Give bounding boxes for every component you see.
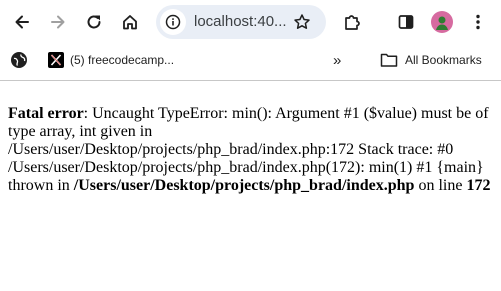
- side-panel-icon: [398, 15, 414, 29]
- toolbar-divider: [0, 80, 501, 81]
- error-line-number: 172: [466, 177, 491, 194]
- profile-button[interactable]: [428, 8, 456, 36]
- url-text[interactable]: localhost:40...: [194, 5, 290, 39]
- folder-icon: [380, 53, 398, 67]
- php-error-message: Fatal error: Uncaught TypeError: min(): …: [8, 105, 493, 195]
- home-button[interactable]: [116, 8, 144, 36]
- bookmark-label: (5) freecodecamp...: [70, 53, 175, 67]
- on-line-text: on line: [414, 177, 467, 194]
- profile-avatar: [431, 11, 453, 33]
- more-vert-icon: [476, 14, 480, 30]
- chevron-double-right-icon: »: [333, 51, 342, 69]
- browser-toolbar: localhost:40...: [0, 0, 501, 44]
- menu-button[interactable]: [464, 8, 492, 36]
- error-heading: Fatal error: [8, 105, 84, 122]
- all-bookmarks-label: All Bookmarks: [405, 53, 482, 67]
- home-icon: [123, 15, 137, 30]
- bookmarks-overflow-button[interactable]: »: [333, 44, 341, 76]
- arrow-left-icon: [15, 15, 29, 29]
- forward-button[interactable]: [44, 8, 72, 36]
- address-bar[interactable]: localhost:40...: [156, 5, 326, 39]
- bookmark-item-globe[interactable]: [10, 44, 28, 76]
- bookmarks-bar: (5) freecodecamp... » All Bookmarks: [0, 44, 501, 80]
- browser-chrome: localhost:40... (5) freecodecamp... » Al…: [0, 0, 501, 80]
- reload-icon: [87, 15, 101, 29]
- back-button[interactable]: [8, 8, 36, 36]
- puzzle-piece-icon: [345, 15, 360, 30]
- bookmark-item-freecodecamp[interactable]: (5) freecodecamp...: [48, 44, 174, 76]
- all-bookmarks-button[interactable]: All Bookmarks: [380, 44, 482, 76]
- extensions-button[interactable]: [338, 8, 366, 36]
- x-logo-icon: [48, 52, 64, 68]
- side-panel-button[interactable]: [392, 8, 420, 36]
- bookmark-star-button[interactable]: [290, 10, 314, 34]
- site-info-icon: [165, 14, 181, 30]
- globe-icon: [11, 52, 27, 68]
- site-info-button[interactable]: [160, 9, 186, 35]
- star-icon: [294, 14, 310, 29]
- arrow-right-icon: [51, 15, 65, 29]
- error-file: /Users/user/Desktop/projects/php_brad/in…: [73, 177, 415, 194]
- reload-button[interactable]: [80, 8, 108, 36]
